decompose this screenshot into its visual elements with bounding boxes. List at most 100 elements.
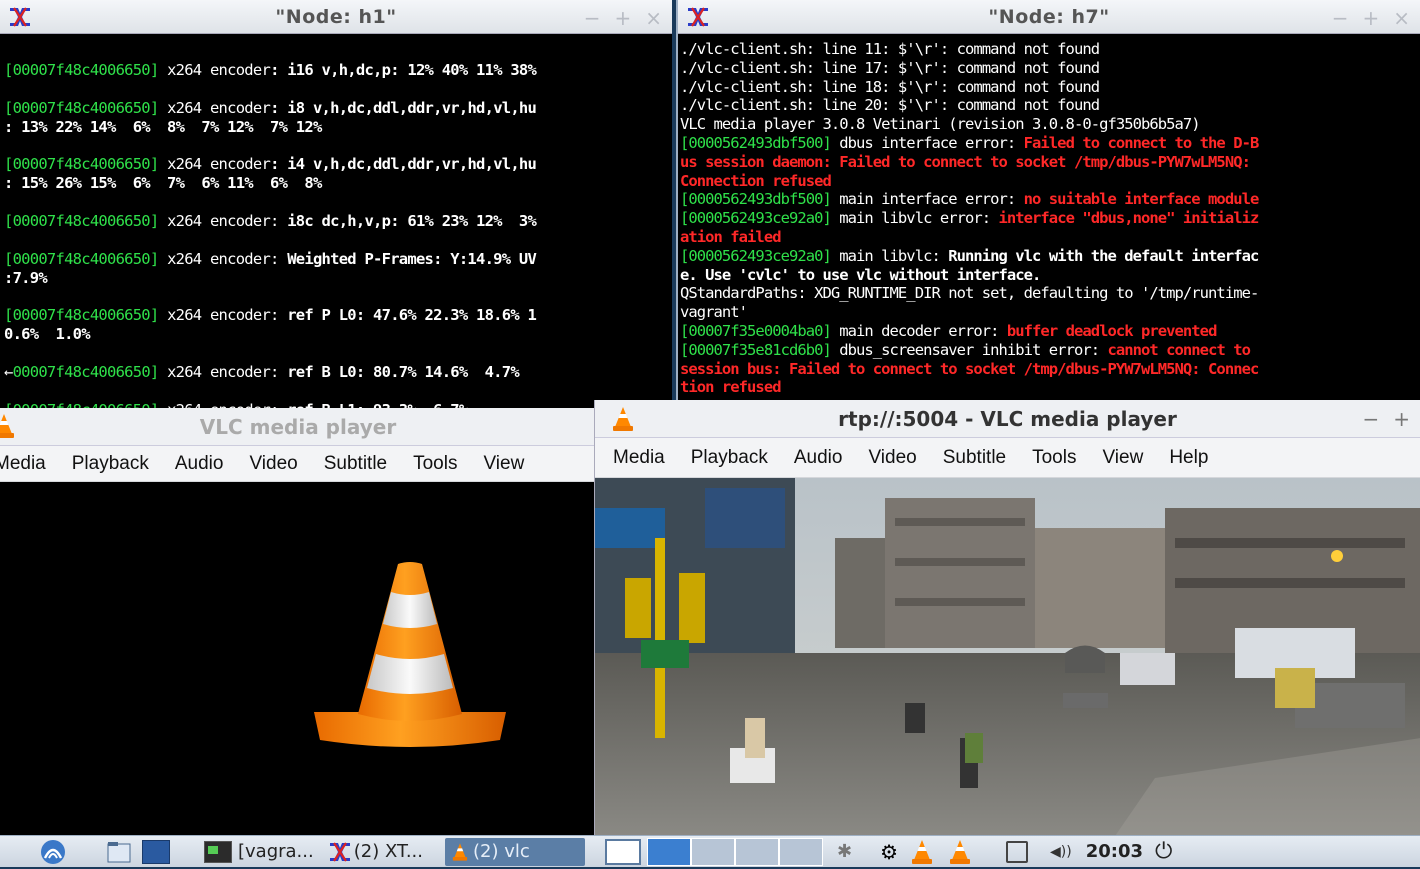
- terminal-line: : 15% 26% 15% 6% 7% 6% 11% 6% 8%: [4, 174, 672, 193]
- terminal-line: [0000562493ce92a0] main libvlc: Running …: [680, 247, 1420, 266]
- terminal-text: ./vlc-client.sh: line 20: $'\r': command…: [680, 96, 1100, 115]
- xterm-icon: [328, 840, 352, 864]
- menu-tools[interactable]: Tools: [1032, 447, 1076, 469]
- terminal-text: [0000562493dbf500]: [680, 190, 832, 209]
- terminal-text: main decoder error:: [830, 321, 1007, 340]
- maximize-button[interactable]: +: [1362, 6, 1379, 30]
- terminal-line: [0000562493dbf500] dbus interface error:…: [680, 134, 1420, 153]
- taskbar-item-terminal[interactable]: [vagra...: [232, 838, 320, 866]
- menu-tools[interactable]: Tools: [413, 453, 457, 475]
- menu-view[interactable]: View: [483, 453, 524, 475]
- video-area[interactable]: [0, 482, 596, 836]
- minimize-button[interactable]: −: [1362, 407, 1379, 431]
- xterm-window-h7[interactable]: "Node: h7" − + × ./vlc-client.sh: line 1…: [676, 0, 1420, 405]
- terminal-line: vagrant': [680, 303, 1420, 322]
- terminal-text: Connection refused: [680, 171, 832, 190]
- workspace-switcher[interactable]: [647, 837, 823, 866]
- terminal-text: ←: [4, 362, 13, 381]
- terminal-line: ./vlc-client.sh: line 20: $'\r': command…: [680, 96, 1420, 115]
- terminal-text: us session daemon: Failed to connect to …: [680, 152, 1251, 171]
- terminal-line: ←00007f48c4006650] x264 encoder: ref B L…: [4, 363, 672, 382]
- menu-playback[interactable]: Playback: [691, 447, 768, 469]
- workspace-4[interactable]: [779, 837, 823, 866]
- terminal-line: Connection refused: [680, 172, 1420, 191]
- vlc-tray-icon[interactable]: [948, 838, 972, 866]
- menu-media[interactable]: Media: [0, 453, 46, 475]
- terminal-output[interactable]: ./vlc-client.sh: line 11: $'\r': command…: [678, 34, 1420, 405]
- title-bar[interactable]: VLC media player: [0, 408, 596, 446]
- taskbar-item-xterm[interactable]: (2) XT...: [352, 838, 429, 866]
- terminal-text: e. Use 'cvlc' to use vlc without interfa…: [680, 265, 1041, 284]
- terminal-text: tion refused: [680, 378, 782, 397]
- power-icon[interactable]: ⏻: [1155, 839, 1172, 864]
- terminal-output[interactable]: [00007f48c4006650] x264 encoder: i16 v,h…: [0, 34, 672, 410]
- workspace-3[interactable]: [735, 837, 779, 866]
- start-menu-icon[interactable]: [36, 838, 70, 866]
- menu-bar: Media Playback Audio Video Subtitle Tool…: [0, 446, 596, 482]
- minimize-button[interactable]: −: [1332, 6, 1349, 30]
- terminal-line: 0.6% 1.0%: [4, 325, 672, 344]
- show-desktop-icon[interactable]: [605, 838, 641, 865]
- workspace-1[interactable]: [647, 837, 691, 866]
- terminal-line: ./vlc-client.sh: line 17: $'\r': command…: [680, 59, 1420, 78]
- network-disconnected-icon[interactable]: [1006, 840, 1029, 863]
- title-bar[interactable]: "Node: h1" − + ×: [0, 0, 672, 34]
- terminal-line: [00007f35e0004ba0] main decoder error: b…: [680, 322, 1420, 341]
- terminal-text: Running vlc with the default interfac: [948, 246, 1259, 265]
- menu-subtitle[interactable]: Subtitle: [943, 447, 1006, 469]
- close-button[interactable]: ×: [645, 6, 662, 30]
- file-manager-icon[interactable]: [106, 840, 134, 864]
- terminal-text: : 13% 22% 14% 6% 8% 7% 12% 7% 12%: [4, 117, 322, 136]
- title-bar[interactable]: "Node: h7" − + ×: [678, 0, 1420, 34]
- terminal-text: interface "dbus,none" initializ: [998, 209, 1260, 228]
- menu-audio[interactable]: Audio: [794, 447, 843, 469]
- menu-playback[interactable]: Playback: [72, 453, 149, 475]
- terminal-line: [00007f48c4006650] x264 encoder: i8c dc,…: [4, 212, 672, 231]
- menu-video[interactable]: Video: [249, 453, 297, 475]
- menu-subtitle[interactable]: Subtitle: [324, 453, 387, 475]
- terminal-text: Failed to connect to the D-B: [1023, 133, 1260, 152]
- maximize-button[interactable]: +: [1393, 407, 1410, 431]
- terminal-text: no suitable interface module: [1023, 190, 1260, 209]
- xterm-window-h1[interactable]: "Node: h1" − + × [00007f48c4006650] x264…: [0, 0, 672, 410]
- system-monitor-icon[interactable]: [142, 839, 170, 864]
- terminal-text: Weighted P-Frames: Y:14.9% UV: [287, 249, 537, 268]
- menu-help[interactable]: Help: [1169, 447, 1208, 469]
- taskbar: [vagra... (2) XT... (2) vlc ✱ ⚙ ◀)) 20:0…: [0, 835, 1420, 867]
- terminal-text: 0.6% 1.0%: [4, 325, 91, 344]
- terminal-text: x264 encoder:: [158, 306, 288, 325]
- maximize-button[interactable]: +: [614, 6, 631, 30]
- minimize-button[interactable]: −: [584, 6, 601, 30]
- volume-icon[interactable]: ◀)): [1050, 844, 1072, 860]
- terminal-line: session bus: Failed to connect to socket…: [680, 360, 1420, 379]
- terminal-text: : i4 v,h,dc,ddl,ddr,vr,hd,vl,hu: [270, 155, 537, 174]
- terminal-text: main interface error:: [830, 190, 1024, 209]
- terminal-line: tion refused: [680, 378, 1420, 397]
- bluetooth-icon[interactable]: ✱: [837, 841, 852, 862]
- terminal-text: dbus interface error:: [830, 133, 1024, 152]
- menu-audio[interactable]: Audio: [175, 453, 224, 475]
- video-frame[interactable]: [595, 478, 1420, 836]
- menu-video[interactable]: Video: [868, 447, 916, 469]
- taskbar-item-vlc[interactable]: (2) vlc: [445, 837, 585, 866]
- terminal-text: ./vlc-client.sh: line 18: $'\r': command…: [680, 77, 1100, 96]
- terminal-text: [00007f48c4006650]: [4, 61, 159, 79]
- title-bar[interactable]: rtp://:5004 - VLC media player − +: [595, 400, 1420, 438]
- workspace-2[interactable]: [691, 837, 735, 866]
- close-button[interactable]: ×: [1393, 6, 1410, 30]
- terminal-text: x264 encoder: [158, 61, 271, 79]
- vlc-window-idle[interactable]: VLC media player Media Playback Audio Vi…: [0, 408, 596, 836]
- terminal-text: main libvlc:: [830, 246, 949, 265]
- menu-media[interactable]: Media: [613, 447, 665, 469]
- menu-view[interactable]: View: [1102, 447, 1143, 469]
- terminal-text: [00007f48c4006650]: [4, 155, 159, 174]
- terminal-text: 00007f48c4006650]: [12, 362, 160, 381]
- vlc-tray-icon[interactable]: [910, 838, 934, 866]
- terminal-text: [00007f48c4006650]: [4, 249, 159, 268]
- terminal-text: [00007f48c4006650]: [4, 98, 159, 117]
- clock[interactable]: 20:03: [1086, 841, 1143, 862]
- network-manager-icon[interactable]: ⚙: [880, 840, 898, 864]
- terminal-line: e. Use 'cvlc' to use vlc without interfa…: [680, 266, 1420, 285]
- vlc-window-stream[interactable]: rtp://:5004 - VLC media player − + Media…: [594, 400, 1420, 836]
